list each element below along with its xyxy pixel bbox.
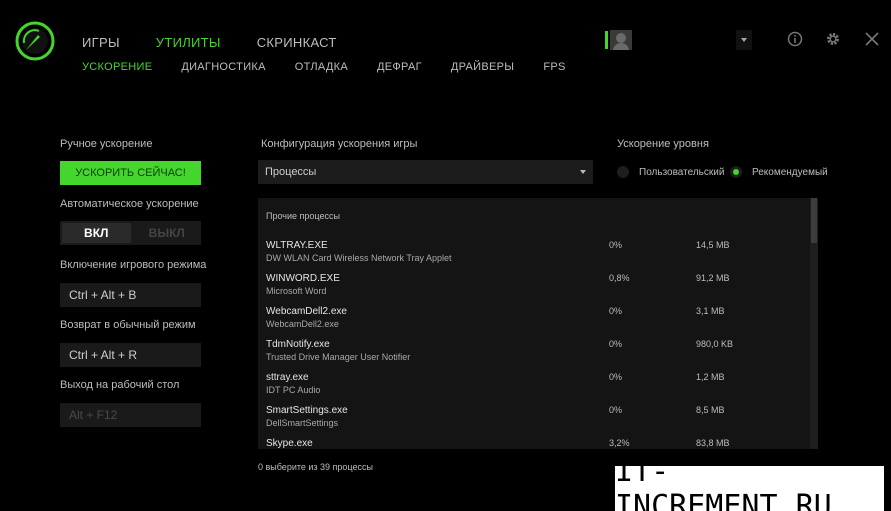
process-desc: Trusted Drive Manager User Notifier bbox=[266, 352, 411, 362]
sub-tab-diagnostics[interactable]: ДИАГНОСТИКА bbox=[181, 61, 265, 73]
radio-custom-label: Пользовательский bbox=[639, 166, 725, 178]
sub-tab-fps[interactable]: FPS bbox=[543, 61, 565, 73]
process-name: sttray.exe bbox=[266, 372, 309, 383]
process-group-header: Прочие процессы bbox=[266, 211, 340, 221]
process-mem: 8,5 MB bbox=[696, 405, 725, 415]
nav-tab-games[interactable]: ИГРЫ bbox=[82, 35, 120, 50]
auto-boost-toggle[interactable]: ВКЛ ВЫКЛ bbox=[60, 221, 201, 245]
process-mem: 91,2 MB bbox=[696, 273, 730, 283]
table-row[interactable]: Skype.exe 3,2% 83,8 MB bbox=[258, 438, 810, 449]
config-label: Конфигурация ускорения игры bbox=[261, 138, 418, 150]
boost-now-button[interactable]: УСКОРИТЬ СЕЙЧАС! bbox=[60, 161, 201, 185]
process-name: WLTRAY.EXE bbox=[266, 240, 328, 251]
level-label: Ускорение уровня bbox=[617, 138, 709, 150]
gear-icon[interactable] bbox=[825, 31, 841, 47]
process-cpu: 0% bbox=[609, 339, 623, 349]
normal-mode-label: Возврат в обычный режим bbox=[60, 319, 196, 331]
sub-tab-drivers[interactable]: ДРАЙВЕРЫ bbox=[451, 61, 514, 73]
process-mem: 1,2 MB bbox=[696, 372, 725, 382]
process-count: 0 выберите из 39 процессы bbox=[258, 462, 373, 472]
toggle-on[interactable]: ВКЛ bbox=[62, 223, 131, 243]
process-name: SmartSettings.exe bbox=[266, 405, 348, 416]
table-row[interactable]: TdmNotify.exe Trusted Drive Manager User… bbox=[258, 339, 810, 372]
nav-tab-screencast[interactable]: СКРИНКАСТ bbox=[257, 35, 337, 50]
process-desc: DellSmartSettings bbox=[266, 418, 339, 428]
process-desc: Microsoft Word bbox=[266, 286, 327, 296]
process-cpu: 0% bbox=[609, 405, 623, 415]
sub-nav: УСКОРЕНИЕ ДИАГНОСТИКА ОТЛАДКА ДЕФРАГ ДРА… bbox=[82, 61, 595, 73]
scroll-thumb[interactable] bbox=[811, 198, 817, 243]
sub-tab-debug[interactable]: ОТЛАДКА bbox=[295, 61, 348, 73]
sub-tab-defrag[interactable]: ДЕФРАГ bbox=[377, 61, 422, 73]
process-mem: 83,8 MB bbox=[696, 438, 730, 448]
process-mem: 980,0 KB bbox=[696, 339, 734, 349]
scrollbar[interactable] bbox=[810, 198, 818, 449]
game-mode-label: Включение игрового режима bbox=[60, 259, 207, 271]
process-cpu: 0% bbox=[609, 372, 623, 382]
user-accent-bar bbox=[605, 31, 608, 49]
process-desc: WebcamDell2.exe bbox=[266, 319, 339, 329]
avatar bbox=[610, 30, 632, 50]
normal-mode-hotkey-field[interactable]: Ctrl + Alt + R bbox=[60, 343, 201, 367]
razer-cortex-logo-icon bbox=[15, 21, 55, 61]
process-desc: IDT PC Audio bbox=[266, 385, 321, 395]
process-mem: 14,5 MB bbox=[696, 240, 730, 250]
sub-tab-boost[interactable]: УСКОРЕНИЕ bbox=[82, 61, 152, 73]
process-mem: 3,1 MB bbox=[696, 306, 725, 316]
main-nav: ИГРЫ УТИЛИТЫ СКРИНКАСТ bbox=[82, 35, 373, 50]
process-cpu: 0,8% bbox=[609, 273, 630, 283]
manual-boost-label: Ручное ускорение bbox=[60, 138, 153, 150]
game-mode-hotkey-field[interactable]: Ctrl + Alt + B bbox=[60, 283, 201, 307]
config-select[interactable]: Процессы bbox=[258, 160, 593, 184]
auto-boost-label: Автоматическое ускорение bbox=[60, 198, 199, 210]
user-account[interactable] bbox=[605, 30, 752, 50]
table-row[interactable]: sttray.exe IDT PC Audio 0% 1,2 MB bbox=[258, 372, 810, 405]
desktop-exit-label: Выход на рабочий стол bbox=[60, 379, 180, 391]
close-icon[interactable] bbox=[864, 31, 880, 47]
watermark: IT-INCREMENT.RU bbox=[615, 454, 884, 511]
radio-custom-dot bbox=[617, 166, 629, 178]
radio-custom[interactable]: Пользовательский bbox=[617, 166, 724, 178]
table-row[interactable]: WLTRAY.EXE DW WLAN Card Wireless Network… bbox=[258, 240, 810, 273]
process-desc: DW WLAN Card Wireless Network Tray Apple… bbox=[266, 253, 452, 263]
nav-tab-utilities[interactable]: УТИЛИТЫ bbox=[156, 35, 221, 50]
process-name: WINWORD.EXE bbox=[266, 273, 340, 284]
table-row[interactable]: WINWORD.EXE Microsoft Word 0,8% 91,2 MB bbox=[258, 273, 810, 306]
radio-recommended-label: Рекомендуемый bbox=[752, 166, 828, 178]
process-cpu: 0% bbox=[609, 306, 623, 316]
process-cpu: 0% bbox=[609, 240, 623, 250]
process-name: WebcamDell2.exe bbox=[266, 306, 347, 317]
table-row[interactable]: WebcamDell2.exe WebcamDell2.exe 0% 3,1 M… bbox=[258, 306, 810, 339]
process-name: Skype.exe bbox=[266, 438, 313, 449]
chevron-down-icon[interactable] bbox=[736, 30, 752, 50]
process-cpu: 3,2% bbox=[609, 438, 630, 448]
info-icon[interactable] bbox=[787, 31, 803, 47]
toggle-off[interactable]: ВЫКЛ bbox=[133, 221, 202, 245]
process-list: Прочие процессы WLTRAY.EXE DW WLAN Card … bbox=[258, 198, 818, 449]
table-row[interactable]: SmartSettings.exe DellSmartSettings 0% 8… bbox=[258, 405, 810, 438]
desktop-exit-hotkey-field[interactable]: Alt + F12 bbox=[60, 403, 201, 427]
radio-recommended-dot bbox=[730, 166, 742, 178]
process-name: TdmNotify.exe bbox=[266, 339, 330, 350]
radio-recommended[interactable]: Рекомендуемый bbox=[730, 166, 828, 178]
